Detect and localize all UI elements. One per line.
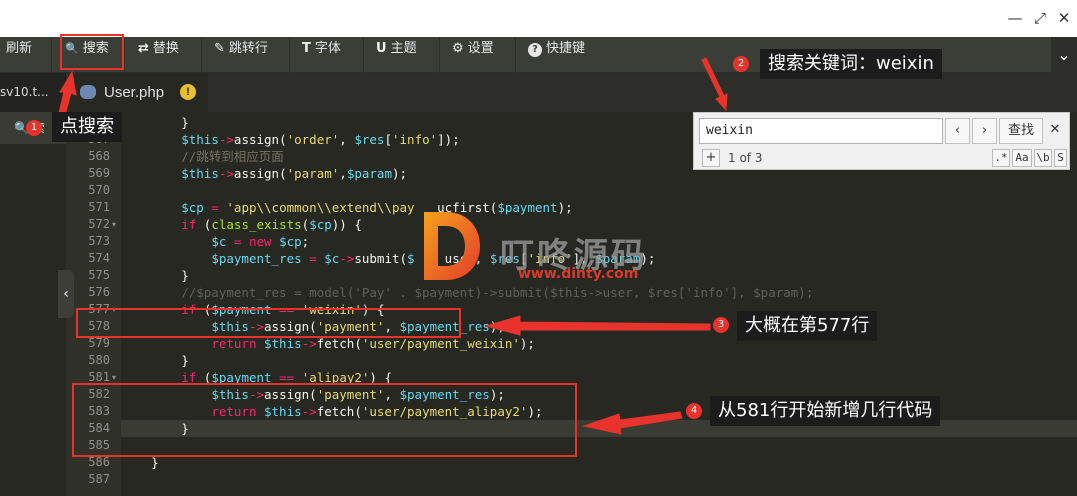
settings-label: 设置: [467, 41, 494, 56]
theme-icon: U: [376, 41, 387, 56]
line-number: 580: [88, 353, 110, 367]
goto-line-button[interactable]: ✎ 跳转行: [204, 37, 290, 73]
find-panel: weixin ‹ › 查找 ✕ + 1 of 3 .* Aa \b S: [693, 112, 1070, 170]
tab-other-label: sv10.t...: [0, 85, 49, 99]
chevron-down-icon[interactable]: ⌄: [1051, 37, 1077, 73]
code-line: if (class_exists($cp)) {: [181, 217, 362, 232]
whole-word-toggle[interactable]: \b: [1034, 149, 1052, 167]
gear-icon: ⚙: [452, 41, 464, 56]
search-input[interactable]: weixin: [699, 118, 943, 144]
code-line: $this->assign('param',$param);: [181, 166, 408, 181]
replace-label: 替换: [152, 41, 179, 56]
code-line: }: [121, 268, 189, 283]
line-number: 568: [88, 149, 110, 163]
minimize-icon[interactable]: —: [1007, 10, 1023, 26]
tab-user-php[interactable]: User.php !: [70, 73, 208, 112]
warning-icon: !: [180, 84, 196, 100]
theme-label: 主题: [390, 41, 417, 56]
step-note-1: 点搜索: [52, 112, 122, 142]
goto-icon: ✎: [214, 41, 225, 56]
match-count: 1 of 3: [728, 151, 763, 165]
help-icon: ?: [528, 43, 542, 57]
step-note-3: 大概在第577行: [737, 311, 878, 341]
code-line: }: [121, 115, 189, 130]
step-badge-1: 1: [26, 120, 42, 136]
highlight-lines-581-584: [72, 383, 577, 457]
step-note-4: 从581行开始新增几行代码: [710, 396, 941, 426]
line-number: 574: [88, 251, 110, 265]
line-number: 573: [88, 234, 110, 248]
maximize-icon[interactable]: ⤢: [1032, 10, 1048, 26]
tab-other-file[interactable]: sv10.t...: [0, 73, 66, 112]
case-sensitive-toggle[interactable]: Aa: [1012, 149, 1032, 167]
code-line: $this->assign('order', $res['info']);: [181, 132, 460, 147]
step-badge-2: 2: [733, 56, 749, 72]
line-number: 587: [88, 472, 110, 486]
goto-label: 跳转行: [228, 41, 268, 56]
replace-icon: ⇄: [138, 41, 149, 56]
line-number: 572: [88, 217, 110, 231]
code-line: }: [121, 353, 189, 368]
settings-button[interactable]: ⚙ 设置: [442, 37, 516, 73]
line-number: 569: [88, 166, 110, 180]
refresh-button[interactable]: 刷新: [0, 37, 52, 73]
font-icon: T: [302, 41, 311, 56]
code-line: //$payment_res = model('Pay' . $payment)…: [121, 285, 814, 300]
find-prev-button[interactable]: ‹: [945, 118, 970, 144]
code-line: //跳转到相应页面: [121, 149, 284, 164]
tab-user-php-label: User.php: [104, 84, 165, 101]
code-line: $cp = 'app\\common\\extend\\pay ucfirst(…: [181, 200, 573, 215]
font-button[interactable]: T 字体: [292, 37, 364, 73]
find-button[interactable]: 查找: [999, 118, 1043, 144]
search-selection-toggle[interactable]: S: [1054, 149, 1067, 167]
shortcuts-label: 快捷键: [546, 41, 586, 56]
line-number: 570: [88, 183, 110, 197]
shortcuts-button[interactable]: ? 快捷键: [518, 37, 598, 73]
refresh-label: 刷新: [6, 41, 33, 56]
highlight-line-577: [76, 308, 461, 338]
file-sidebar: 🔍 索: [0, 112, 66, 496]
step-badge-3: 3: [713, 317, 729, 333]
close-icon[interactable]: ✕: [1045, 118, 1065, 144]
theme-button[interactable]: U 主题: [366, 37, 440, 73]
find-next-button[interactable]: ›: [972, 118, 997, 144]
replace-button[interactable]: ⇄ 替换: [128, 37, 202, 73]
collapse-sidebar-icon[interactable]: ‹: [58, 270, 74, 318]
step-note-2: 搜索关键词：weixin: [760, 49, 942, 79]
fold-toggle-icon[interactable]: ▾: [112, 216, 116, 233]
watermark-url: www.dinty.com: [518, 266, 639, 282]
line-number: 571: [88, 200, 110, 214]
watermark-logo: [424, 212, 480, 280]
code-line: $c = new $cp;: [211, 234, 310, 249]
close-icon[interactable]: ✕: [1056, 10, 1072, 26]
php-file-icon: [80, 85, 96, 99]
highlight-search-button: [60, 34, 124, 70]
toggle-replace-button[interactable]: +: [702, 149, 720, 167]
step-badge-4: 4: [686, 403, 702, 419]
regex-toggle[interactable]: .*: [992, 149, 1010, 167]
font-label: 字体: [314, 41, 341, 56]
window-titlebar: — ⤢ ✕: [0, 0, 1077, 37]
